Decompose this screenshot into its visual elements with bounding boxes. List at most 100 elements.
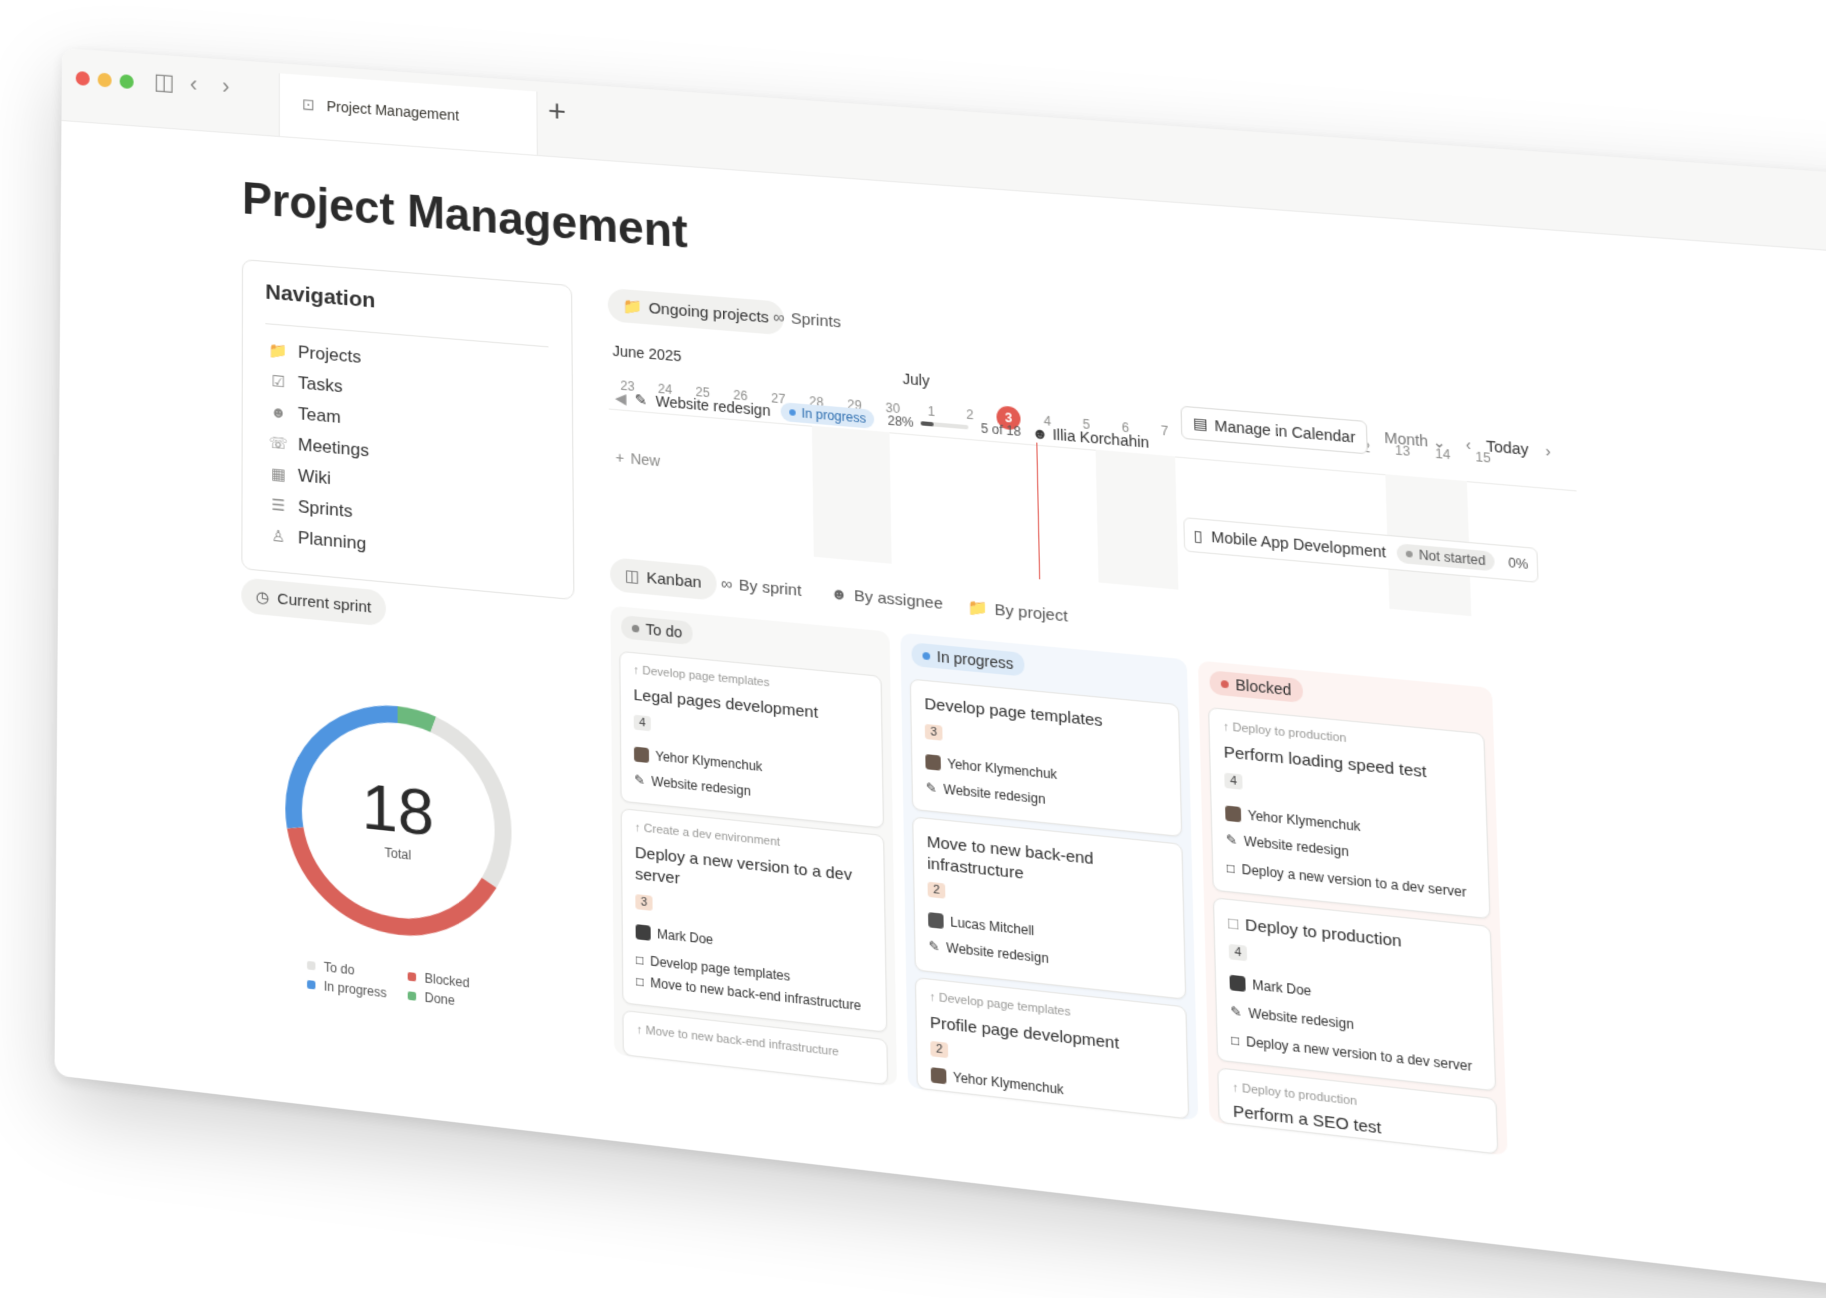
clock-icon: ◷	[256, 587, 269, 607]
sprint-donut-chart: 18 Total	[268, 676, 531, 968]
browser-window: ◫ ‹ › ⊡ Project Management + Project Man…	[54, 48, 1826, 1298]
legend-done: Done	[408, 988, 455, 1008]
checkbox-icon: ☑	[267, 371, 290, 391]
chevron-down-icon: ⌄	[1432, 433, 1446, 451]
task-card[interactable]: ↑ Create a dev environment Deploy a new …	[621, 808, 888, 1033]
project: ✎ Website redesign	[634, 772, 751, 799]
project: ✎ Website redesign	[926, 780, 1046, 807]
back-arrow-icon[interactable]: ‹	[190, 71, 197, 98]
linked-task: □ Move to new back-end infrastructure	[636, 974, 861, 1014]
next-icon[interactable]: ›	[1545, 442, 1551, 460]
month-june: June 2025	[612, 342, 681, 364]
task-card[interactable]: Develop page templates 3 Yehor Klymenchu…	[910, 679, 1182, 838]
current-sprint-button[interactable]: ◷ Current sprint	[241, 577, 386, 626]
parent-task: ↑ Deploy to production	[1223, 720, 1347, 745]
today-button[interactable]: Today	[1486, 437, 1529, 458]
project: ✎ Website redesign	[929, 938, 1049, 966]
plus-icon: +	[615, 449, 624, 466]
navigation-card: Navigation 📁 Projects ☑ Tasks ☻ Team ☏ Meeti…	[241, 259, 574, 600]
team-planning-icon: ♙	[267, 526, 290, 547]
timeline-day: 7	[1149, 422, 1180, 440]
month-july: July	[902, 370, 929, 389]
paint-icon: ✎	[1230, 1003, 1242, 1020]
tab-sprints[interactable]: ∞ Sprints	[773, 308, 841, 331]
card-title: Move to new back-end infrastructure	[927, 832, 1170, 900]
task-card[interactable]: □ Deploy to production 4 Mark Doe ✎ Websit…	[1213, 897, 1496, 1091]
close-window-button[interactable]	[76, 71, 90, 86]
avatar	[931, 1067, 947, 1084]
assignee: Yehor Klymenchuk	[634, 747, 763, 775]
card-title: Perform loading speed test	[1223, 742, 1471, 788]
folder-icon: 📁	[267, 341, 290, 361]
page-icon: □	[1228, 914, 1239, 934]
story-points: 3	[635, 894, 652, 911]
kanban-column-blocked: Blocked ↑ Deploy to production Perform l…	[1198, 661, 1508, 1156]
tab-by-project[interactable]: 📁 By project	[967, 597, 1068, 626]
story-points: 4	[634, 715, 651, 732]
assignee: Mark Doe	[1229, 975, 1311, 999]
paint-icon: ✎	[1226, 832, 1238, 848]
card-title: □ Deploy to production	[1228, 913, 1477, 961]
task-card[interactable]: ↑ Deploy to production Perform loading s…	[1208, 707, 1490, 919]
zoom-window-button[interactable]	[120, 74, 134, 89]
nav-item-projects[interactable]: 📁 Projects	[267, 340, 361, 368]
linked-task: □ Deploy a new version to a dev server	[1231, 1032, 1472, 1074]
sidebar-toggle-icon[interactable]: ◫	[154, 68, 175, 96]
column-header: Blocked	[1209, 670, 1303, 703]
book-icon: ▦	[267, 464, 290, 485]
card-title: Profile page development	[930, 1012, 1173, 1061]
calendar-icon: ▤	[1193, 414, 1208, 433]
new-tab-button[interactable]: +	[548, 94, 566, 130]
assignee: Lucas Mitchell	[928, 912, 1034, 938]
avatar	[634, 747, 649, 763]
tab-label: Project Management	[327, 98, 460, 124]
board-icon: ◫	[625, 566, 640, 586]
task-card[interactable]: ↑ Develop page templates Profile page de…	[915, 977, 1189, 1119]
tab-ongoing-projects[interactable]: 📁 Ongoing projects	[608, 288, 784, 335]
tab-by-sprint[interactable]: ∞ By sprint	[721, 575, 802, 600]
folder-icon: 📁	[967, 597, 988, 618]
page-icon: □	[636, 952, 644, 968]
navigation-title: Navigation	[265, 280, 375, 313]
task-card[interactable]: ↑ Develop page templates Legal pages dev…	[619, 651, 884, 829]
page-icon: □	[636, 974, 644, 990]
page-icon: □	[1227, 860, 1236, 876]
page-icon: □	[1231, 1032, 1240, 1048]
nav-item-wiki[interactable]: ▦ Wiki	[267, 463, 331, 489]
legend-blocked: Blocked	[408, 969, 470, 991]
weekend-shade	[1096, 450, 1179, 590]
donut-segment-done	[398, 715, 434, 725]
tab-kanban[interactable]: ◫ Kanban	[610, 557, 717, 601]
status-badge: Not started	[1397, 543, 1495, 571]
card-title: Deploy a new version to a dev server	[635, 843, 871, 911]
timeline-item-mobile-app[interactable]: ▯ Mobile App Development Not started 0%	[1183, 517, 1539, 583]
task-count: 5 of 18	[981, 421, 1021, 439]
nav-item-meetings[interactable]: ☏ Meetings	[267, 432, 369, 462]
progress-indicator: 0%	[1508, 555, 1528, 572]
avatar	[925, 754, 941, 771]
tab-by-assignee[interactable]: ☻ By assignee	[830, 585, 943, 613]
prev-icon[interactable]: ‹	[1465, 436, 1471, 454]
avatar	[1225, 805, 1241, 822]
project: ✎ Website redesign	[1226, 832, 1349, 860]
task-card[interactable]: Move to new back-end infrastructure 2 Lu…	[912, 816, 1186, 1000]
nav-item-tasks[interactable]: ☑ Tasks	[267, 370, 342, 397]
today-line	[1036, 443, 1040, 580]
minimize-window-button[interactable]	[98, 73, 112, 88]
avatar: ☻	[1032, 424, 1048, 442]
story-points: 3	[925, 724, 943, 741]
card-title: Develop page templates	[924, 694, 1165, 739]
weekend-shade	[812, 426, 892, 564]
nav-item-team[interactable]: ☻ Team	[267, 401, 340, 428]
tab-project-management[interactable]: ⊡ Project Management	[279, 73, 538, 155]
project: ✎ Website redesign	[1230, 1003, 1354, 1032]
forward-arrow-icon[interactable]: ›	[222, 73, 229, 100]
folder-icon: 📁	[623, 296, 643, 316]
nav-item-sprints[interactable]: ☰ Sprints	[267, 494, 352, 522]
collapse-icon[interactable]: ◀	[615, 389, 627, 408]
nav-item-planning[interactable]: ♙ Planning	[267, 525, 366, 555]
paint-icon: ✎	[929, 938, 940, 954]
assignee: Yehor Klymenchuk	[931, 1067, 1064, 1097]
people-icon: ☻	[267, 403, 290, 422]
timeline-new-button[interactable]: + New	[615, 449, 660, 470]
